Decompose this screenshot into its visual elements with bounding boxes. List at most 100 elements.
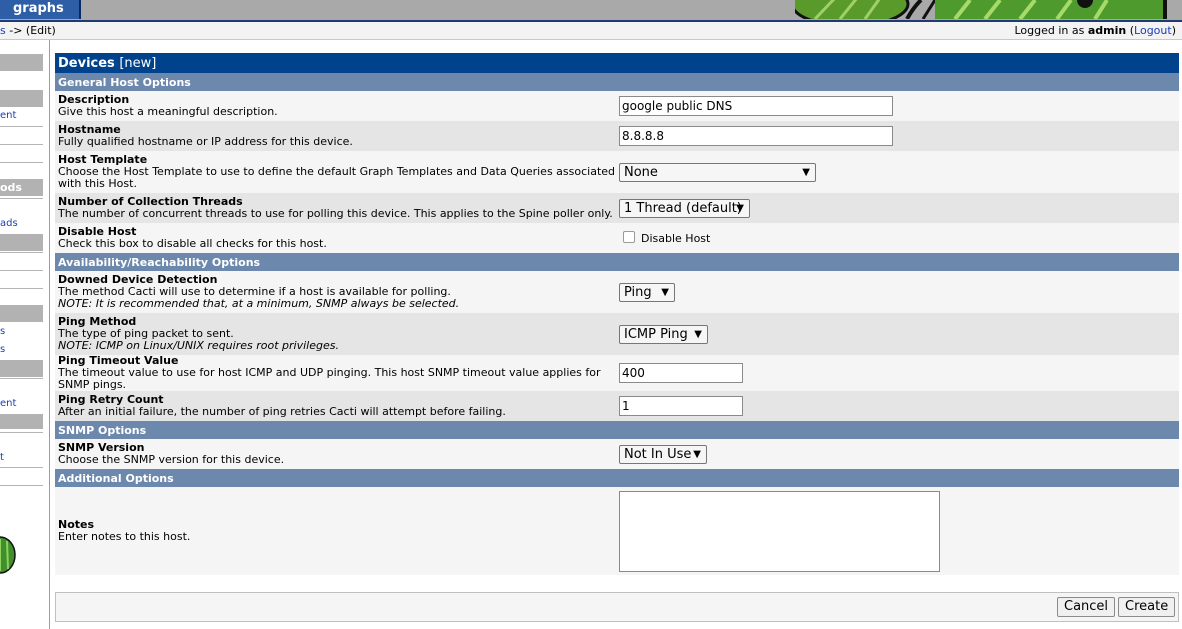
form-title-text: Devices xyxy=(58,55,115,71)
section-snmp: SNMP Options xyxy=(55,421,1179,439)
sidebar-divider xyxy=(0,432,43,433)
host-template-select[interactable]: None ▼ xyxy=(619,162,816,182)
notes-textarea[interactable] xyxy=(619,490,940,572)
field-host-template: Host Template Choose the Host Template t… xyxy=(55,151,619,193)
tab-graphs-label: graphs xyxy=(13,1,64,16)
sidebar-header xyxy=(0,90,43,107)
row-ping-method: Ping Method The type of ping packet to s… xyxy=(55,313,1179,355)
snmp-version-select[interactable]: Not In Use ▼ xyxy=(619,444,707,464)
row-host-template: Host Template Choose the Host Template t… xyxy=(55,151,1179,193)
field-ping-method: Ping Method The type of ping packet to s… xyxy=(55,313,619,355)
dropdown-arrow-icon: ▼ xyxy=(693,448,701,460)
select-value: Ping xyxy=(624,284,652,300)
sidebar-divider xyxy=(0,467,43,468)
field-threads: Number of Collection Threads The number … xyxy=(55,193,619,223)
field-note: NOTE: ICMP on Linux/UNIX requires root p… xyxy=(58,339,339,352)
sidebar-divider xyxy=(0,144,43,145)
form-title-row: Devices [new] xyxy=(55,53,1179,73)
field-help: Fully qualified hostname or IP address f… xyxy=(58,135,353,148)
field-help: The timeout value to use for host ICMP a… xyxy=(58,366,601,391)
section-header: Additional Options xyxy=(55,469,1179,487)
sidebar-link[interactable]: s xyxy=(0,341,43,358)
row-notes: Notes Enter notes to this host. xyxy=(55,487,1179,575)
create-button[interactable]: Create xyxy=(1118,597,1176,617)
hostname-input[interactable] xyxy=(619,126,893,146)
section-header: Availability/Reachability Options xyxy=(55,253,1179,271)
dropdown-arrow-icon: ▼ xyxy=(694,328,702,340)
field-help: Give this host a meaningful description. xyxy=(58,105,278,118)
field-help: Enter notes to this host. xyxy=(58,530,191,543)
sidebar-divider xyxy=(0,252,43,253)
sidebar-menu: ent ods ads s s ent t xyxy=(0,40,50,629)
field-help: After an initial failure, the number of … xyxy=(58,405,506,418)
tab-graphs[interactable]: graphs xyxy=(0,0,81,19)
disable-host-checkbox[interactable] xyxy=(623,231,635,243)
field-hostname: Hostname Fully qualified hostname or IP … xyxy=(55,121,619,151)
form-title-suffix: [new] xyxy=(119,55,157,71)
field-help: Choose the SNMP version for this device. xyxy=(58,453,285,466)
device-edit-form: Devices [new] General Host Options Descr… xyxy=(55,53,1179,575)
row-threads: Number of Collection Threads The number … xyxy=(55,193,1179,223)
field-help: Check this box to disable all checks for… xyxy=(58,237,327,250)
sidebar-divider xyxy=(0,126,43,127)
row-snmp-version: SNMP Version Choose the SNMP version for… xyxy=(55,439,1179,469)
breadcrumb-current: -> (Edit) xyxy=(5,24,56,37)
cancel-button[interactable]: Cancel xyxy=(1057,597,1116,617)
sidebar-header xyxy=(0,414,43,429)
row-description: Description Give this host a meaningful … xyxy=(55,91,1179,121)
checkbox-label: Disable Host xyxy=(641,232,711,245)
top-navigation-bar: graphs xyxy=(0,0,1182,22)
downed-detection-select[interactable]: Ping ▼ xyxy=(619,282,675,302)
sidebar-link[interactable]: s xyxy=(0,323,43,340)
field-notes: Notes Enter notes to this host. xyxy=(55,487,619,575)
field-help: The number of concurrent threads to use … xyxy=(58,207,613,220)
cactus-banner-image xyxy=(795,0,1175,19)
sidebar-header: ods xyxy=(0,179,43,196)
sidebar-header xyxy=(0,360,43,377)
form-title: Devices [new] xyxy=(55,53,1179,73)
field-note: NOTE: It is recommended that, at a minim… xyxy=(58,297,460,310)
row-disable-host: Disable Host Check this box to disable a… xyxy=(55,223,1179,253)
login-username: admin xyxy=(1087,24,1127,37)
field-downed-detection: Downed Device Detection The method Cacti… xyxy=(55,271,619,313)
sidebar-link[interactable]: ent xyxy=(0,395,43,412)
ping-method-select[interactable]: ICMP Ping ▼ xyxy=(619,324,708,344)
field-snmp-version: SNMP Version Choose the SNMP version for… xyxy=(55,439,619,469)
field-description: Description Give this host a meaningful … xyxy=(55,91,619,121)
dropdown-arrow-icon: ▼ xyxy=(661,286,669,298)
login-status: Logged in as admin (Logout) xyxy=(1014,24,1176,37)
cactus-logo-icon xyxy=(0,535,16,578)
row-hostname: Hostname Fully qualified hostname or IP … xyxy=(55,121,1179,151)
field-help: Choose the Host Template to use to defin… xyxy=(58,165,616,190)
section-header: SNMP Options xyxy=(55,421,1179,439)
threads-select[interactable]: 1 Thread (default) ▼ xyxy=(619,198,750,218)
section-general: General Host Options xyxy=(55,73,1179,91)
row-ping-timeout: Ping Timeout Value The timeout value to … xyxy=(55,355,1179,391)
sidebar-divider xyxy=(0,270,43,271)
row-downed-detection: Downed Device Detection The method Cacti… xyxy=(55,271,1179,313)
section-header: General Host Options xyxy=(55,73,1179,91)
dropdown-arrow-icon: ▼ xyxy=(736,202,744,214)
sidebar-header xyxy=(0,305,43,322)
sidebar-header xyxy=(0,234,43,251)
description-input[interactable] xyxy=(619,96,893,116)
sidebar-divider xyxy=(0,485,43,486)
sidebar-divider xyxy=(0,198,43,199)
sidebar-header xyxy=(0,54,43,71)
sidebar-link[interactable]: ent xyxy=(0,107,43,124)
login-prefix: Logged in as xyxy=(1014,24,1088,37)
field-disable-host: Disable Host Check this box to disable a… xyxy=(55,223,619,253)
breadcrumb: s -> (Edit) xyxy=(0,22,56,39)
sidebar-link[interactable]: ads xyxy=(0,215,43,232)
select-value: Not In Use xyxy=(624,446,692,462)
ping-retry-input[interactable] xyxy=(619,396,743,416)
field-ping-retry: Ping Retry Count After an initial failur… xyxy=(55,391,619,421)
ping-timeout-input[interactable] xyxy=(619,363,743,383)
logout-link[interactable]: Logout xyxy=(1134,24,1172,37)
section-availability: Availability/Reachability Options xyxy=(55,253,1179,271)
sidebar-divider xyxy=(0,378,43,379)
sidebar-divider xyxy=(0,162,43,163)
device-form-table: Devices [new] General Host Options Descr… xyxy=(55,53,1179,575)
select-value: None xyxy=(624,164,658,180)
sidebar-link[interactable]: t xyxy=(0,449,43,466)
